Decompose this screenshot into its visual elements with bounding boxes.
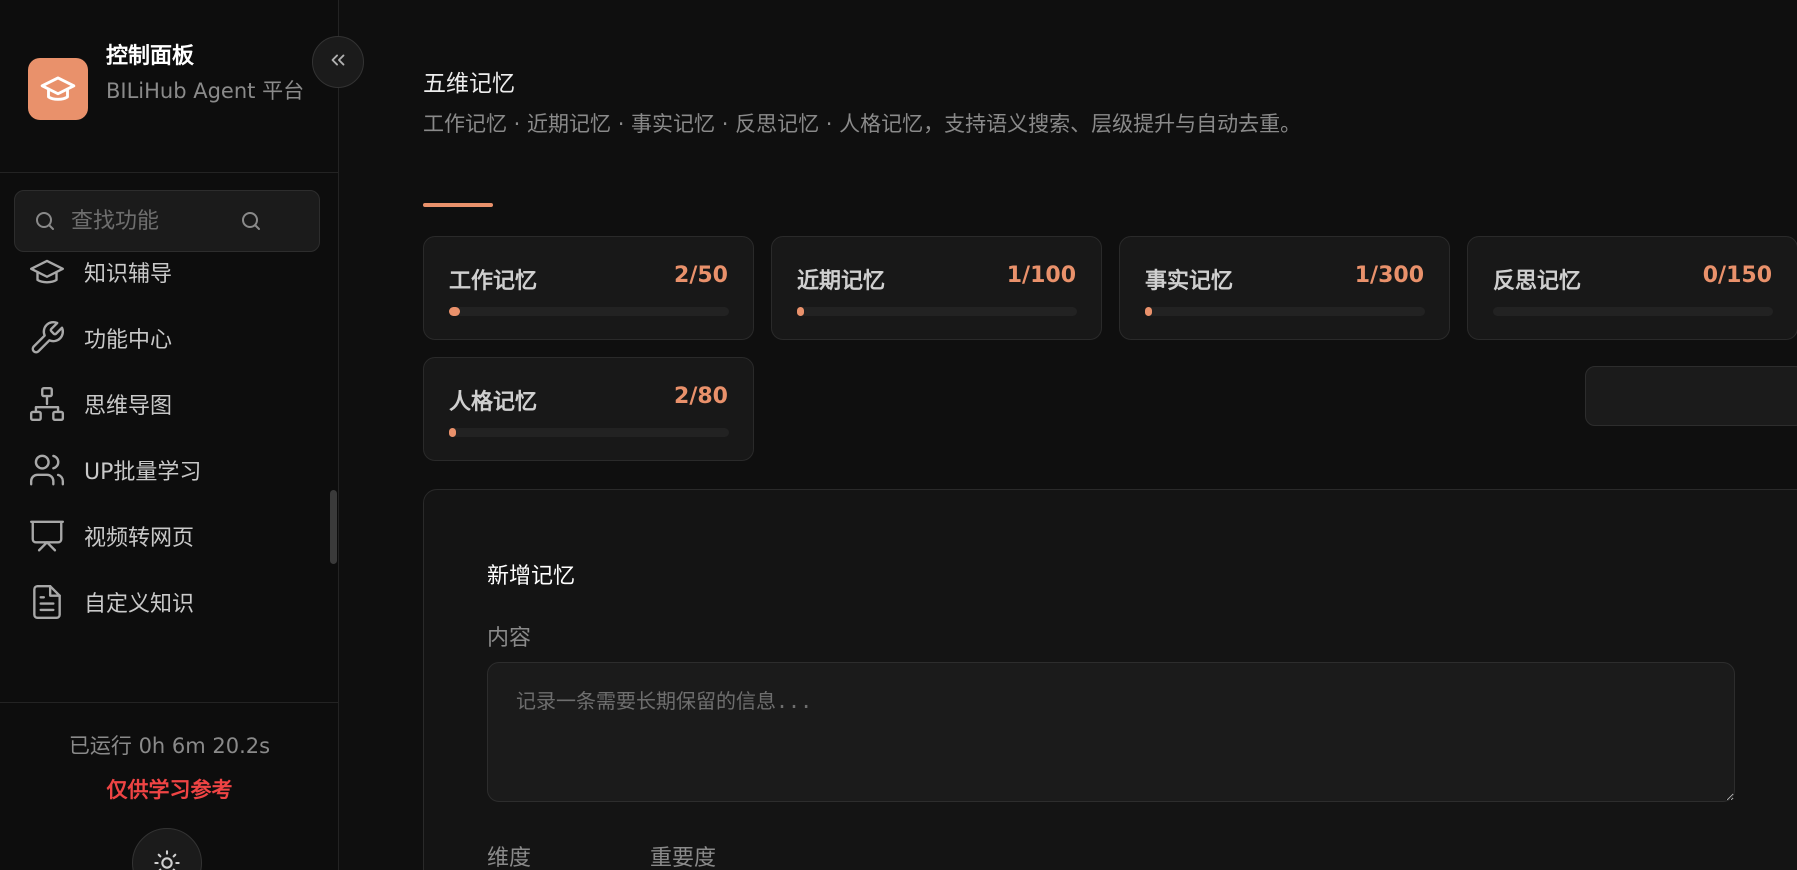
stat-card-fact: 事实记忆 1/300 xyxy=(1119,236,1450,340)
file-text-icon xyxy=(28,579,74,625)
sidebar-item-up-batch[interactable]: UP批量学习 xyxy=(28,442,318,498)
sitemap-icon xyxy=(28,381,74,427)
stat-card-reflection: 反思记忆 0/150 xyxy=(1467,236,1797,340)
brand-subtitle: BILiHub Agent 平台 xyxy=(106,79,305,103)
sidebar-scrollbar[interactable] xyxy=(330,490,337,564)
search-input[interactable] xyxy=(71,208,231,234)
stat-progress-track xyxy=(797,307,1077,316)
theme-toggle-button[interactable] xyxy=(132,828,202,870)
runtime-text: 已运行 0h 6m 20.2s xyxy=(68,734,271,758)
add-memory-form: 新增记忆 内容 维度 重要度 xyxy=(423,489,1797,870)
stat-name: 近期记忆 xyxy=(797,269,886,294)
stat-card-recent: 近期记忆 1/100 xyxy=(771,236,1102,340)
stat-name: 事实记忆 xyxy=(1145,269,1234,294)
graduation-cap-icon xyxy=(28,249,74,295)
importance-label: 重要度 xyxy=(650,846,717,870)
stat-count: 1/300 xyxy=(1354,263,1424,288)
stat-count: 1/100 xyxy=(1006,263,1076,288)
presentation-icon xyxy=(28,513,74,559)
stat-count: 0/150 xyxy=(1702,263,1772,288)
content-textarea[interactable] xyxy=(487,662,1735,802)
search-box[interactable] xyxy=(14,190,320,252)
main-content: 五维记忆 工作记忆 · 近期记忆 · 事实记忆 · 反思记忆 · 人格记忆，支持… xyxy=(340,0,1797,870)
sun-icon xyxy=(153,849,181,870)
sidebar-item-function-center[interactable]: 功能中心 xyxy=(28,310,318,366)
divider xyxy=(0,172,339,173)
sidebar-item-label: 视频转网页 xyxy=(84,526,195,551)
sidebar-nav: 知识辅导 功能中心 思维导图 UP批量学习 视频转网页 自定义知识 xyxy=(0,244,339,700)
wrench-icon xyxy=(28,315,74,361)
stat-progress-track xyxy=(1493,307,1773,316)
stat-count: 2/50 xyxy=(674,263,728,288)
stat-name: 人格记忆 xyxy=(449,390,538,415)
sidebar-item-label: 思维导图 xyxy=(84,394,173,419)
sidebar-item-label: 功能中心 xyxy=(84,328,173,353)
sidebar-item-label: UP批量学习 xyxy=(84,460,202,485)
disclaimer-text: 仅供学习参考 xyxy=(106,778,233,802)
stat-name: 反思记忆 xyxy=(1493,269,1582,294)
stat-name: 工作记忆 xyxy=(449,269,538,294)
sidebar-item-mindmap[interactable]: 思维导图 xyxy=(28,376,318,432)
dimension-label: 维度 xyxy=(487,846,532,870)
brand-title: 控制面板 xyxy=(106,44,195,69)
stat-progress-track xyxy=(449,307,729,316)
stat-card-working: 工作记忆 2/50 xyxy=(423,236,754,340)
page-description: 工作记忆 · 近期记忆 · 事实记忆 · 反思记忆 · 人格记忆，支持语义搜索、… xyxy=(423,112,1302,136)
brand: 控制面板 BILiHub Agent 平台 xyxy=(28,38,318,138)
accent-divider xyxy=(423,203,493,207)
search-icon xyxy=(33,209,65,233)
stat-progress-fill xyxy=(797,307,804,316)
graduation-cap-icon xyxy=(28,58,88,120)
divider xyxy=(0,702,339,703)
form-title: 新增记忆 xyxy=(487,564,576,589)
sidebar-item-knowledge-tutor[interactable]: 知识辅导 xyxy=(28,244,318,300)
sidebar-item-video-to-web[interactable]: 视频转网页 xyxy=(28,508,318,564)
stat-progress-track xyxy=(449,428,729,437)
stat-progress-fill xyxy=(1145,307,1152,316)
sidebar-item-label: 知识辅导 xyxy=(84,262,173,287)
floating-panel[interactable] xyxy=(1585,366,1797,426)
sidebar-item-label: 自定义知识 xyxy=(84,592,195,617)
sidebar-item-custom-knowledge[interactable]: 自定义知识 xyxy=(28,574,318,630)
stat-card-personality: 人格记忆 2/80 xyxy=(423,357,754,461)
app-root: 控制面板 BILiHub Agent 平台 知识辅导 xyxy=(0,0,1797,870)
collapse-sidebar-button[interactable] xyxy=(312,36,364,88)
sidebar: 控制面板 BILiHub Agent 平台 知识辅导 xyxy=(0,0,339,870)
chevrons-left-icon xyxy=(327,49,349,75)
stat-count: 2/80 xyxy=(674,384,728,409)
search-icon[interactable] xyxy=(239,209,263,233)
content-label: 内容 xyxy=(487,626,532,651)
stat-progress-track xyxy=(1145,307,1425,316)
stat-progress-fill xyxy=(449,307,461,316)
page-title: 五维记忆 xyxy=(423,71,515,97)
stat-progress-fill xyxy=(449,428,456,437)
users-icon xyxy=(28,447,74,493)
